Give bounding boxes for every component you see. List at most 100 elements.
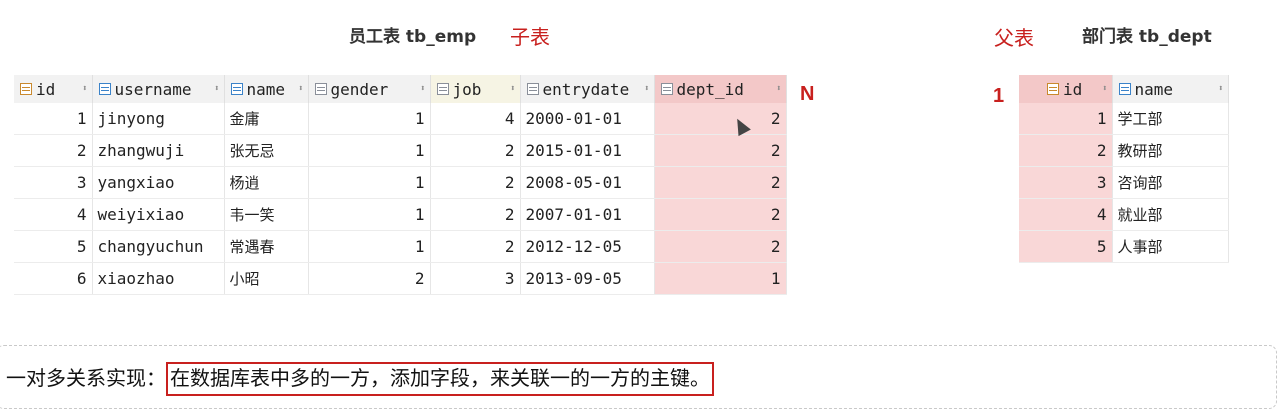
sort-icon[interactable]: ⬍ xyxy=(82,84,87,94)
col-header-name[interactable]: name ⬍ xyxy=(1112,75,1229,103)
cell-gender[interactable]: 1 xyxy=(308,230,431,263)
cell-id[interactable]: 3 xyxy=(14,166,93,199)
cell-entrydate[interactable]: 2013-09-05 xyxy=(520,262,655,295)
col-header-name[interactable]: name ⬍ xyxy=(224,75,309,103)
cell-name[interactable]: 就业部 xyxy=(1112,198,1229,231)
sort-icon[interactable]: ⬍ xyxy=(1218,84,1223,94)
cell-name[interactable]: 学工部 xyxy=(1112,103,1229,135)
cell-name[interactable]: 金庸 xyxy=(224,103,309,135)
col-header-id[interactable]: id ⬍ xyxy=(14,75,93,103)
cell-name[interactable]: 小昭 xyxy=(224,262,309,295)
sort-icon[interactable]: ⬍ xyxy=(1102,84,1107,94)
cell-job[interactable]: 2 xyxy=(430,198,521,231)
cell-job[interactable]: 2 xyxy=(430,230,521,263)
emp-table-title: 员工表 tb_emp xyxy=(349,27,477,47)
cell-name[interactable]: 韦一笑 xyxy=(224,198,309,231)
cell-dept-id[interactable]: 2 xyxy=(654,103,787,135)
cell-dept-id[interactable]: 1 xyxy=(654,262,787,295)
column-icon xyxy=(526,83,539,95)
cell-id[interactable]: 4 xyxy=(1019,198,1113,231)
col-header-entrydate[interactable]: entrydate ⬍ xyxy=(520,75,655,103)
cell-dept-id[interactable]: 2 xyxy=(654,198,787,231)
table-row[interactable]: 6 xiaozhao 小昭 2 3 2013-09-05 1 xyxy=(14,262,787,295)
cell-job[interactable]: 4 xyxy=(430,103,521,135)
cell-id[interactable]: 6 xyxy=(14,262,93,295)
cell-id[interactable]: 4 xyxy=(14,198,93,231)
column-icon xyxy=(660,83,673,95)
many-side-marker: N xyxy=(800,83,815,105)
table-row[interactable]: 5 changyuchun 常遇春 1 2 2012-12-05 2 xyxy=(14,230,787,263)
dept-table-title: 部门表 tb_dept xyxy=(1082,27,1212,47)
column-icon xyxy=(314,83,327,95)
cell-job[interactable]: 3 xyxy=(430,262,521,295)
table-row[interactable]: 1 jinyong 金庸 1 4 2000-01-01 2 xyxy=(14,103,787,135)
cell-dept-id[interactable]: 2 xyxy=(654,134,787,167)
sort-icon[interactable]: ⬍ xyxy=(510,84,515,94)
note-highlight: 在数据库表中多的一方，添加字段，来关联一的一方的主键。 xyxy=(166,362,714,396)
cell-name[interactable]: 教研部 xyxy=(1112,134,1229,167)
sort-icon[interactable]: ⬍ xyxy=(644,84,649,94)
column-icon xyxy=(98,83,111,95)
table-row[interactable]: 4 就业部 xyxy=(1019,198,1229,231)
cell-id[interactable]: 1 xyxy=(1019,103,1113,135)
col-header-job[interactable]: job ⬍ xyxy=(430,75,521,103)
cell-id[interactable]: 1 xyxy=(14,103,93,135)
cell-entrydate[interactable]: 2015-01-01 xyxy=(520,134,655,167)
sort-icon[interactable]: ⬍ xyxy=(776,84,781,94)
sort-icon[interactable]: ⬍ xyxy=(214,84,219,94)
cell-entrydate[interactable]: 2007-01-01 xyxy=(520,198,655,231)
sort-icon[interactable]: ⬍ xyxy=(298,84,303,94)
parent-table-label: 父表 xyxy=(994,26,1034,50)
cell-gender[interactable]: 2 xyxy=(308,262,431,295)
cell-gender[interactable]: 1 xyxy=(308,134,431,167)
cell-name[interactable]: 常遇春 xyxy=(224,230,309,263)
relationship-note: 一对多关系实现： 在数据库表中多的一方，添加字段，来关联一的一方的主键。 xyxy=(6,362,714,396)
table-row[interactable]: 3 yangxiao 杨逍 1 2 2008-05-01 2 xyxy=(14,166,787,199)
cell-username[interactable]: yangxiao xyxy=(92,166,225,199)
col-header-gender[interactable]: gender ⬍ xyxy=(308,75,431,103)
cell-name[interactable]: 张无忌 xyxy=(224,134,309,167)
cell-name[interactable]: 杨逍 xyxy=(224,166,309,199)
table-row[interactable]: 5 人事部 xyxy=(1019,230,1229,263)
primary-key-icon xyxy=(20,83,32,95)
cell-job[interactable]: 2 xyxy=(430,166,521,199)
cell-job[interactable]: 2 xyxy=(430,134,521,167)
cell-dept-id[interactable]: 2 xyxy=(654,230,787,263)
column-icon xyxy=(436,83,449,95)
primary-key-icon xyxy=(1047,83,1059,95)
cell-gender[interactable]: 1 xyxy=(308,166,431,199)
cell-username[interactable]: changyuchun xyxy=(92,230,225,263)
emp-table: id ⬍ username ⬍ name ⬍ gender ⬍ job ⬍ entryda… xyxy=(14,75,787,295)
dept-header-row: id ⬍ name ⬍ xyxy=(1019,75,1229,103)
col-header-username[interactable]: username ⬍ xyxy=(92,75,225,103)
table-row[interactable]: 1 学工部 xyxy=(1019,103,1229,135)
cell-name[interactable]: 人事部 xyxy=(1112,230,1229,263)
cell-username[interactable]: zhangwuji xyxy=(92,134,225,167)
cell-id[interactable]: 2 xyxy=(1019,134,1113,167)
cell-username[interactable]: jinyong xyxy=(92,103,225,135)
cell-id[interactable]: 5 xyxy=(1019,230,1113,263)
one-side-marker: 1 xyxy=(993,85,1005,107)
table-row[interactable]: 3 咨询部 xyxy=(1019,166,1229,199)
note-prefix: 一对多关系实现： xyxy=(6,366,166,390)
sort-icon[interactable]: ⬍ xyxy=(420,84,425,94)
col-header-id[interactable]: id ⬍ xyxy=(1019,75,1113,103)
col-header-dept-id[interactable]: dept_id ⬍ xyxy=(654,75,787,103)
cell-entrydate[interactable]: 2008-05-01 xyxy=(520,166,655,199)
cell-username[interactable]: weiyixiao xyxy=(92,198,225,231)
cell-entrydate[interactable]: 2000-01-01 xyxy=(520,103,655,135)
cell-gender[interactable]: 1 xyxy=(308,198,431,231)
cell-dept-id[interactable]: 2 xyxy=(654,166,787,199)
cell-id[interactable]: 2 xyxy=(14,134,93,167)
table-row[interactable]: 2 教研部 xyxy=(1019,134,1229,167)
cell-entrydate[interactable]: 2012-12-05 xyxy=(520,230,655,263)
cell-gender[interactable]: 1 xyxy=(308,103,431,135)
table-row[interactable]: 4 weiyixiao 韦一笑 1 2 2007-01-01 2 xyxy=(14,198,787,231)
cell-name[interactable]: 咨询部 xyxy=(1112,166,1229,199)
cell-id[interactable]: 3 xyxy=(1019,166,1113,199)
cell-id[interactable]: 5 xyxy=(14,230,93,263)
table-row[interactable]: 2 zhangwuji 张无忌 1 2 2015-01-01 2 xyxy=(14,134,787,167)
emp-header-row: id ⬍ username ⬍ name ⬍ gender ⬍ job ⬍ entryda… xyxy=(14,75,787,103)
cell-username[interactable]: xiaozhao xyxy=(92,262,225,295)
child-table-label: 子表 xyxy=(510,25,550,49)
